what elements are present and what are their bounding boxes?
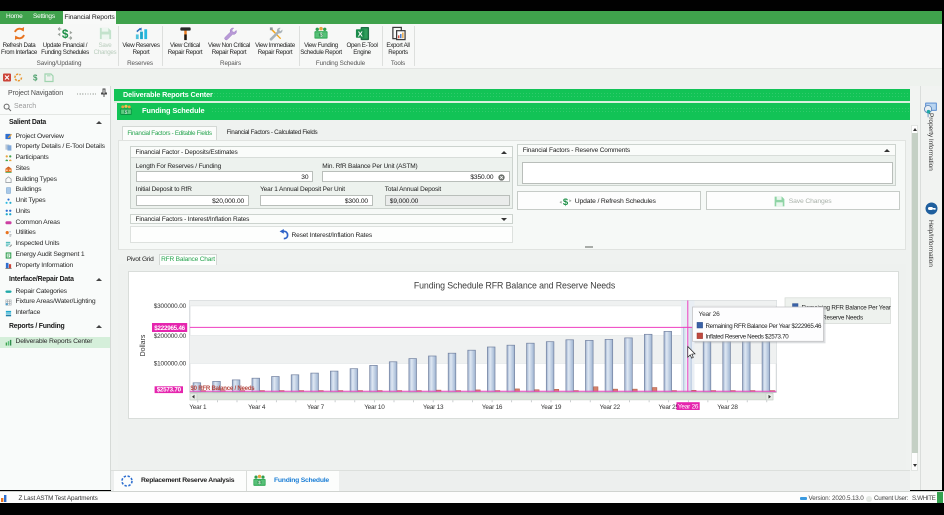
svg-text:Year 4: Year 4 xyxy=(248,404,266,411)
svg-text:Year 13: Year 13 xyxy=(422,404,443,411)
svg-text:Year 19: Year 19 xyxy=(540,404,561,411)
svg-text:$222965.46: $222965.46 xyxy=(154,324,185,331)
svg-text:$: $ xyxy=(563,197,569,208)
svg-text:Year 16: Year 16 xyxy=(481,404,502,411)
svg-text:$: $ xyxy=(33,74,38,83)
svg-text:$: $ xyxy=(258,480,261,486)
svg-text:Year 25: Year 25 xyxy=(658,404,679,411)
svg-text:Remaining RFR Balance Per Year: Remaining RFR Balance Per Year $222965.4… xyxy=(705,322,822,329)
svg-text:$2573.70: $2573.70 xyxy=(156,386,181,393)
svg-text:$100000.00: $100000.00 xyxy=(153,360,186,367)
svg-text:Year 26: Year 26 xyxy=(677,403,698,410)
svg-text:$200000.00: $200000.00 xyxy=(153,332,186,339)
svg-text:$: $ xyxy=(320,32,323,38)
svg-text:Year 1: Year 1 xyxy=(189,404,207,411)
svg-text:Year 7: Year 7 xyxy=(306,404,324,411)
svg-text:Dollars: Dollars xyxy=(140,334,147,356)
svg-text:X: X xyxy=(357,29,362,38)
svg-text:Year 26: Year 26 xyxy=(698,310,720,317)
svg-text:$300000.00: $300000.00 xyxy=(153,303,186,310)
svg-text:Year 10: Year 10 xyxy=(364,404,385,411)
svg-text:Funding Schedule RFR Balance a: Funding Schedule RFR Balance and Reserve… xyxy=(413,280,615,290)
svg-text:$: $ xyxy=(62,27,69,40)
svg-text:Inflated Reserve Needs $2573.7: Inflated Reserve Needs $2573.70 xyxy=(705,333,789,340)
svg-text:Year 22: Year 22 xyxy=(599,404,620,411)
svg-text:Year 28: Year 28 xyxy=(717,404,738,411)
